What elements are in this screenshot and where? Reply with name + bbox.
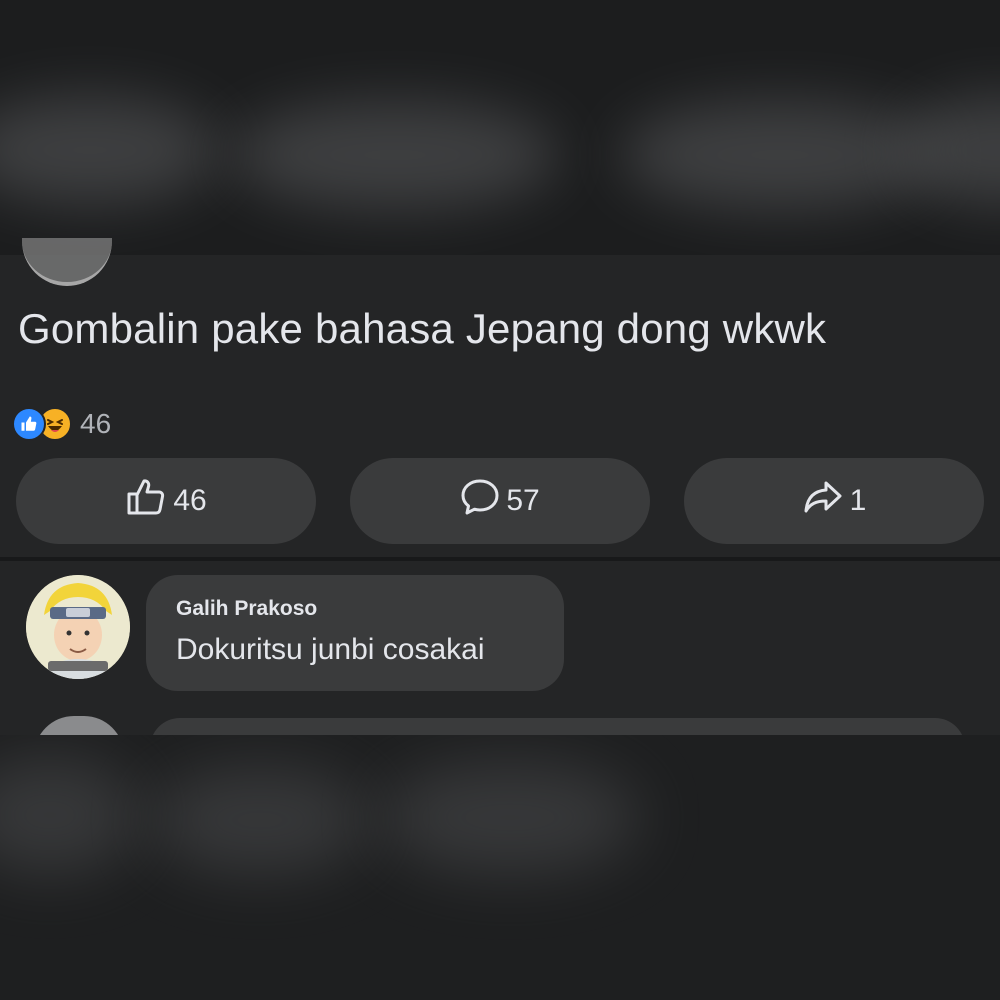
thumbs-up-icon <box>125 477 167 525</box>
like-button[interactable]: 46 <box>16 458 316 544</box>
like-icon <box>12 407 46 441</box>
comment-count: 57 <box>506 484 540 517</box>
like-count: 46 <box>173 484 207 517</box>
comment-text: Dokuritsu junbi cosakai <box>176 633 485 666</box>
reaction-count: 46 <box>80 408 112 439</box>
comment-button[interactable]: 57 <box>350 458 650 544</box>
comment-bubble[interactable]: Galih Prakoso Dokuritsu junbi cosakai <box>146 575 564 691</box>
reactions-summary[interactable]: 46 <box>12 404 111 444</box>
divider <box>0 557 1000 561</box>
share-count: 1 <box>849 484 867 517</box>
share-arrow-icon <box>802 477 844 525</box>
share-button[interactable]: 1 <box>684 458 984 544</box>
comment-bubble-icon <box>460 477 500 525</box>
post-text: Gombalin pake bahasa Jepang dong wkwk <box>18 305 827 352</box>
blurred-footer-region <box>0 735 1000 1000</box>
blurred-header-region <box>0 0 1000 255</box>
poster-avatar[interactable] <box>22 238 112 286</box>
comment-author[interactable]: Galih Prakoso <box>176 597 317 621</box>
avatar[interactable] <box>26 575 130 679</box>
post-screen: Gombalin pake bahasa Jepang dong wkwk 46… <box>0 0 1000 1000</box>
